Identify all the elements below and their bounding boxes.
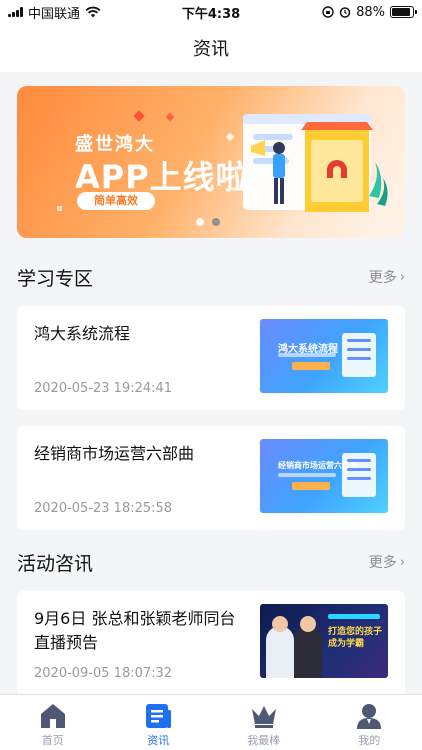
article-thumbnail: 鸿大系统流程 [260,319,388,393]
tab-label: 我最棒 [247,734,281,747]
article-title: 经销商市场运营六部曲 [34,444,195,463]
article-date: 2020-05-23 18:25:58 [34,501,173,516]
article-title: 9月6日 张总和张颖老师同台直播预告 [34,609,236,652]
article-thumbnail: 打造您的孩子 成为学霸 [260,604,388,678]
tab-home[interactable]: 首页 [0,695,106,750]
more-label: 更多 [368,555,397,571]
profile-icon [357,704,382,729]
tab-label: 我的 [358,734,381,747]
section-title-events: 活动咨讯 [17,553,94,575]
page-title: 资讯 [193,39,229,60]
thumbnail-chip [292,362,330,370]
whiteboard-icon [342,333,376,377]
whiteboard-icon [342,453,376,497]
carousel-dot[interactable] [196,218,204,226]
carousel-indicator[interactable] [196,218,220,226]
thumbnail-banner-strip [328,614,380,619]
thumbnail-chip [292,482,330,490]
section-title-study: 学习专区 [17,268,94,290]
battery-percent: 88% [356,4,385,20]
banner-tag: 简单高效 [77,192,155,210]
promo-banner[interactable]: 盛世鸿大 APP上线啦! 简单高效 [17,86,405,238]
thumbnail-subline [278,473,336,477]
status-left: 中国联通 [8,3,322,22]
news-icon [146,704,172,728]
more-label: 更多 [368,270,397,286]
host-head [272,616,288,632]
guest-head [300,616,316,632]
nav-bar: 资讯 [0,24,422,72]
tab-profile[interactable]: 我的 [317,695,422,750]
article-card[interactable]: 鸿大系统流程 2020-05-23 19:24:41 鸿大系统流程 [17,306,405,410]
signal-icon [8,7,23,17]
host-figure [266,626,294,678]
article-title: 鸿大系统流程 [34,324,131,343]
thumbnail-title: 打造您的孩子 成为学霸 [328,627,383,649]
tab-label: 资讯 [147,734,170,747]
tab-label: 首页 [41,734,64,747]
more-link-events[interactable]: 更多 › [369,552,405,572]
battery-icon [390,6,417,18]
tab-news[interactable]: 资讯 [106,695,212,750]
status-right: 88% [322,4,417,20]
tab-bar: 首页 资讯 我最棒 我的 [0,694,422,750]
status-bar: 中国联通 下午4:38 88% [0,0,422,24]
article-date: 2020-09-05 18:07:32 [34,666,173,681]
chevron-right-icon: › [399,554,405,570]
home-icon [40,704,65,728]
tab-best[interactable]: 我最棒 [211,695,317,750]
crown-icon [251,706,276,728]
article-card[interactable]: 9月6日 张总和张颖老师同台直播预告 2020-09-05 18:07:32 打… [17,591,405,695]
article-date: 2020-05-23 19:24:41 [34,381,173,396]
guest-figure [294,626,322,678]
chevron-right-icon: › [399,269,405,285]
carrier-label: 中国联通 [28,6,81,22]
article-card[interactable]: 经销商市场运营六部曲 2020-05-23 18:25:58 经销商市场运营六部… [17,426,405,530]
article-thumbnail: 经销商市场运营六部曲 [260,439,388,513]
banner-illustration [243,114,388,212]
wifi-icon [85,6,101,18]
alarm-icon [339,7,351,18]
thumbnail-subline [278,353,336,357]
more-link-study[interactable]: 更多 › [369,267,405,287]
orientation-lock-icon [322,6,334,18]
carousel-dot-active[interactable] [212,218,220,226]
